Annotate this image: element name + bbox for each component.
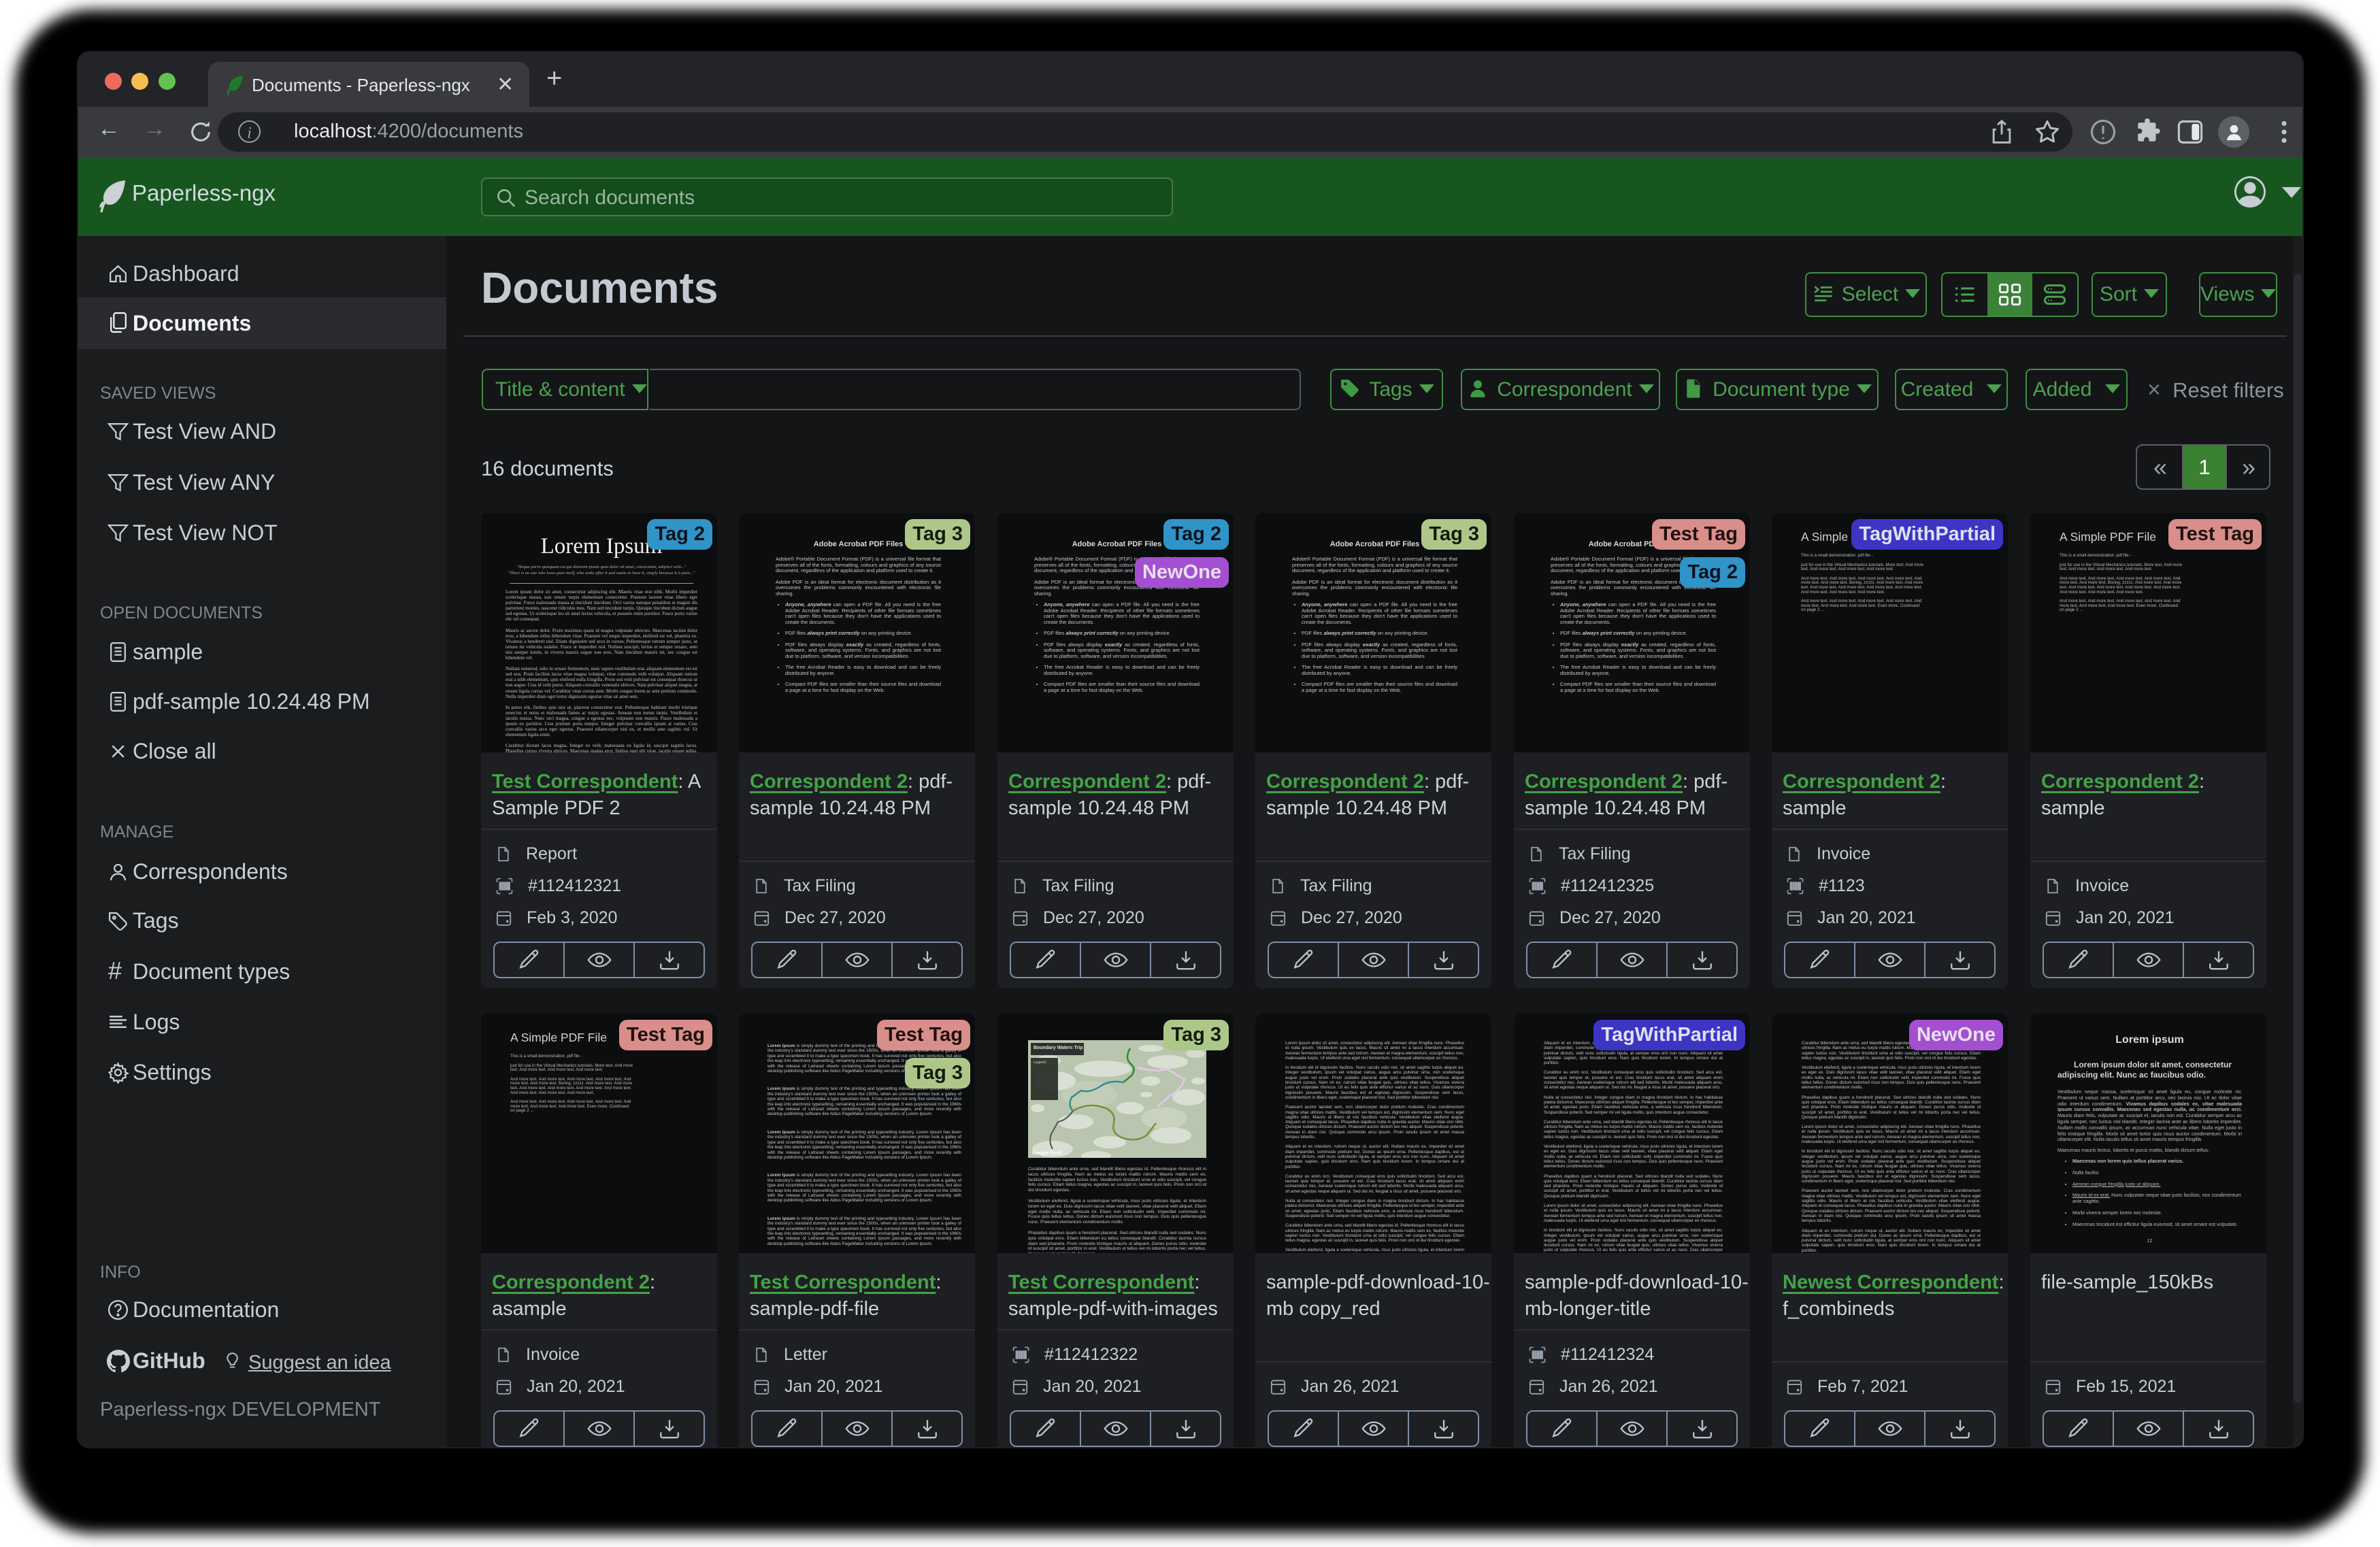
svg-text:Google Earth: Google Earth [1032,1151,1062,1156]
svg-text:Boundary Waters Trip: Boundary Waters Trip [1034,1046,1082,1050]
svg-text:Legend: Legend [1034,1061,1046,1065]
